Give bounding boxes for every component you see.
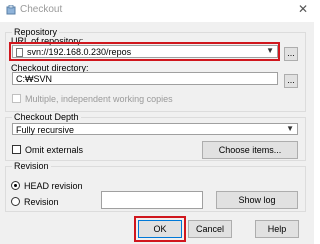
depth-select[interactable]: Fully recursive ▼ — [12, 123, 298, 135]
multiple-copies-checkbox[interactable] — [12, 94, 21, 103]
checkout-depth-group-title: Checkout Depth — [12, 112, 81, 122]
head-revision-label: HEAD revision — [24, 181, 83, 191]
url-combo[interactable]: svn://192.168.0.230/repos ▼ — [12, 45, 278, 58]
revision-input[interactable] — [101, 191, 203, 209]
checkout-dir-value: C:₩SVN — [16, 74, 52, 84]
chevron-down-icon[interactable]: ▼ — [286, 124, 294, 133]
window-title: Checkout — [20, 4, 63, 15]
browse-dir-button[interactable]: ... — [284, 74, 298, 88]
revision-radio[interactable] — [11, 197, 20, 206]
revision-group-title: Revision — [12, 161, 51, 171]
multiple-copies-label: Multiple, independent working copies — [25, 94, 173, 104]
head-revision-radio[interactable] — [11, 181, 20, 190]
cancel-button[interactable]: Cancel — [188, 220, 232, 238]
browse-url-button[interactable]: ... — [284, 47, 298, 61]
url-value: svn://192.168.0.230/repos — [27, 47, 132, 57]
document-icon — [16, 48, 23, 57]
help-button[interactable]: Help — [255, 220, 299, 238]
checkout-dir-input[interactable]: C:₩SVN — [12, 72, 278, 85]
radio-selected-dot — [14, 184, 17, 187]
depth-selected-value: Fully recursive — [16, 125, 75, 135]
revision-label: Revision — [24, 197, 59, 207]
title-bar: Checkout ✕ — [0, 0, 314, 22]
choose-items-button[interactable]: Choose items... — [202, 141, 298, 159]
omit-externals-label: Omit externals — [25, 145, 84, 155]
svn-app-icon — [6, 5, 16, 15]
show-log-button[interactable]: Show log — [216, 191, 298, 209]
ok-button[interactable]: OK — [138, 220, 182, 238]
close-icon[interactable]: ✕ — [298, 2, 308, 16]
chevron-down-icon[interactable]: ▼ — [266, 46, 274, 55]
omit-externals-checkbox[interactable] — [12, 145, 21, 154]
